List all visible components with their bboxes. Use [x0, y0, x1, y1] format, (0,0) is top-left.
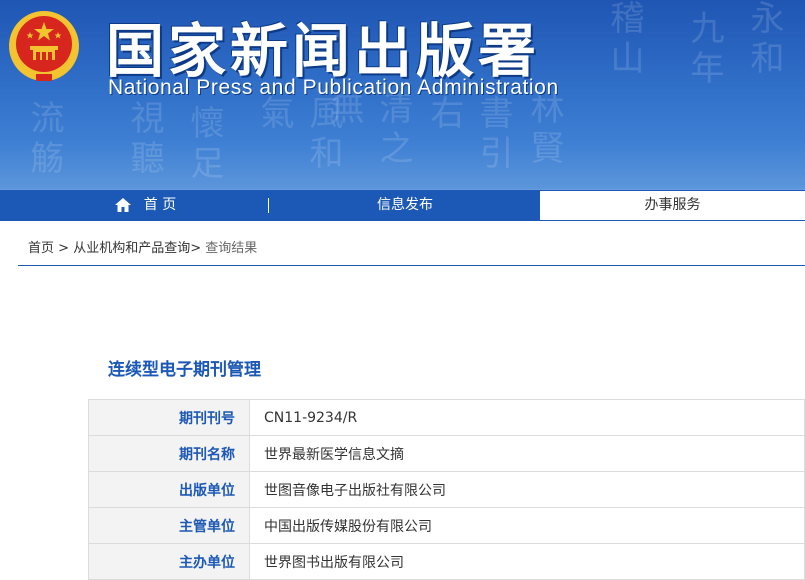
field-label: 期刊名称 — [88, 435, 250, 472]
calligraphy-decoration: 永和 — [744, 0, 784, 80]
nav-divider — [268, 198, 269, 213]
national-emblem-icon — [9, 11, 79, 81]
field-value: 世图音像电子出版社有限公司 — [249, 471, 805, 508]
field-label: 出版单位 — [88, 471, 250, 508]
calligraphy-decoration: 稽山 — [604, 0, 644, 80]
site-subtitle: National Press and Publication Administr… — [108, 76, 559, 99]
calligraphy-decoration: 書引右 — [424, 95, 513, 175]
nav-services[interactable]: 办事服务 — [540, 191, 805, 220]
breadcrumb-divider — [18, 265, 805, 266]
home-icon — [114, 198, 131, 212]
breadcrumb-separator: > — [58, 241, 70, 256]
calligraphy-decoration: 林賢 — [524, 90, 564, 170]
field-label: 主管单位 — [88, 507, 250, 544]
field-value: CN11-9234/R — [249, 399, 805, 436]
calligraphy-decoration: 九年 — [684, 10, 724, 90]
table-row: 期刊名称 世界最新医学信息文摘 — [88, 435, 805, 472]
nav-home[interactable]: 首 页 — [100, 190, 190, 221]
field-label: 主办单位 — [88, 543, 250, 580]
breadcrumb: 首页 > 从业机构和产品查询> 查询结果 — [28, 237, 257, 256]
main-nav: 首 页 信息发布 办事服务 — [0, 189, 805, 221]
nav-home-label: 首 页 — [143, 197, 177, 213]
field-value: 世界图书出版有限公司 — [249, 543, 805, 580]
field-label: 期刊刊号 — [88, 399, 250, 436]
header-banner: 風和氣 清之無 書引右 林賢 稽山 九年 永和 流觞 視聽 懷足 国家新闻出版署… — [0, 0, 805, 189]
calligraphy-decoration: 視聽 — [124, 100, 164, 180]
breadcrumb-category[interactable]: 从业机构和产品查询 — [73, 241, 190, 256]
breadcrumb-current: 查询结果 — [205, 241, 258, 256]
table-row: 主管单位 中国出版传媒股份有限公司 — [88, 507, 805, 544]
result-table: 期刊刊号 CN11-9234/R 期刊名称 世界最新医学信息文摘 出版单位 世图… — [88, 399, 805, 580]
calligraphy-decoration: 清之無 — [324, 90, 413, 170]
table-row: 主办单位 世界图书出版有限公司 — [88, 543, 805, 580]
breadcrumb-home[interactable]: 首页 — [28, 241, 54, 256]
calligraphy-decoration: 懷足 — [184, 105, 224, 185]
breadcrumb-separator: > — [190, 241, 202, 256]
table-row: 期刊刊号 CN11-9234/R — [88, 399, 805, 436]
nav-info-release[interactable]: 信息发布 — [340, 190, 470, 221]
table-row: 出版单位 世图音像电子出版社有限公司 — [88, 471, 805, 508]
field-value: 世界最新医学信息文摘 — [249, 435, 805, 472]
calligraphy-decoration: 流觞 — [24, 100, 64, 180]
section-title: 连续型电子期刊管理 — [108, 360, 261, 380]
field-value: 中国出版传媒股份有限公司 — [249, 507, 805, 544]
